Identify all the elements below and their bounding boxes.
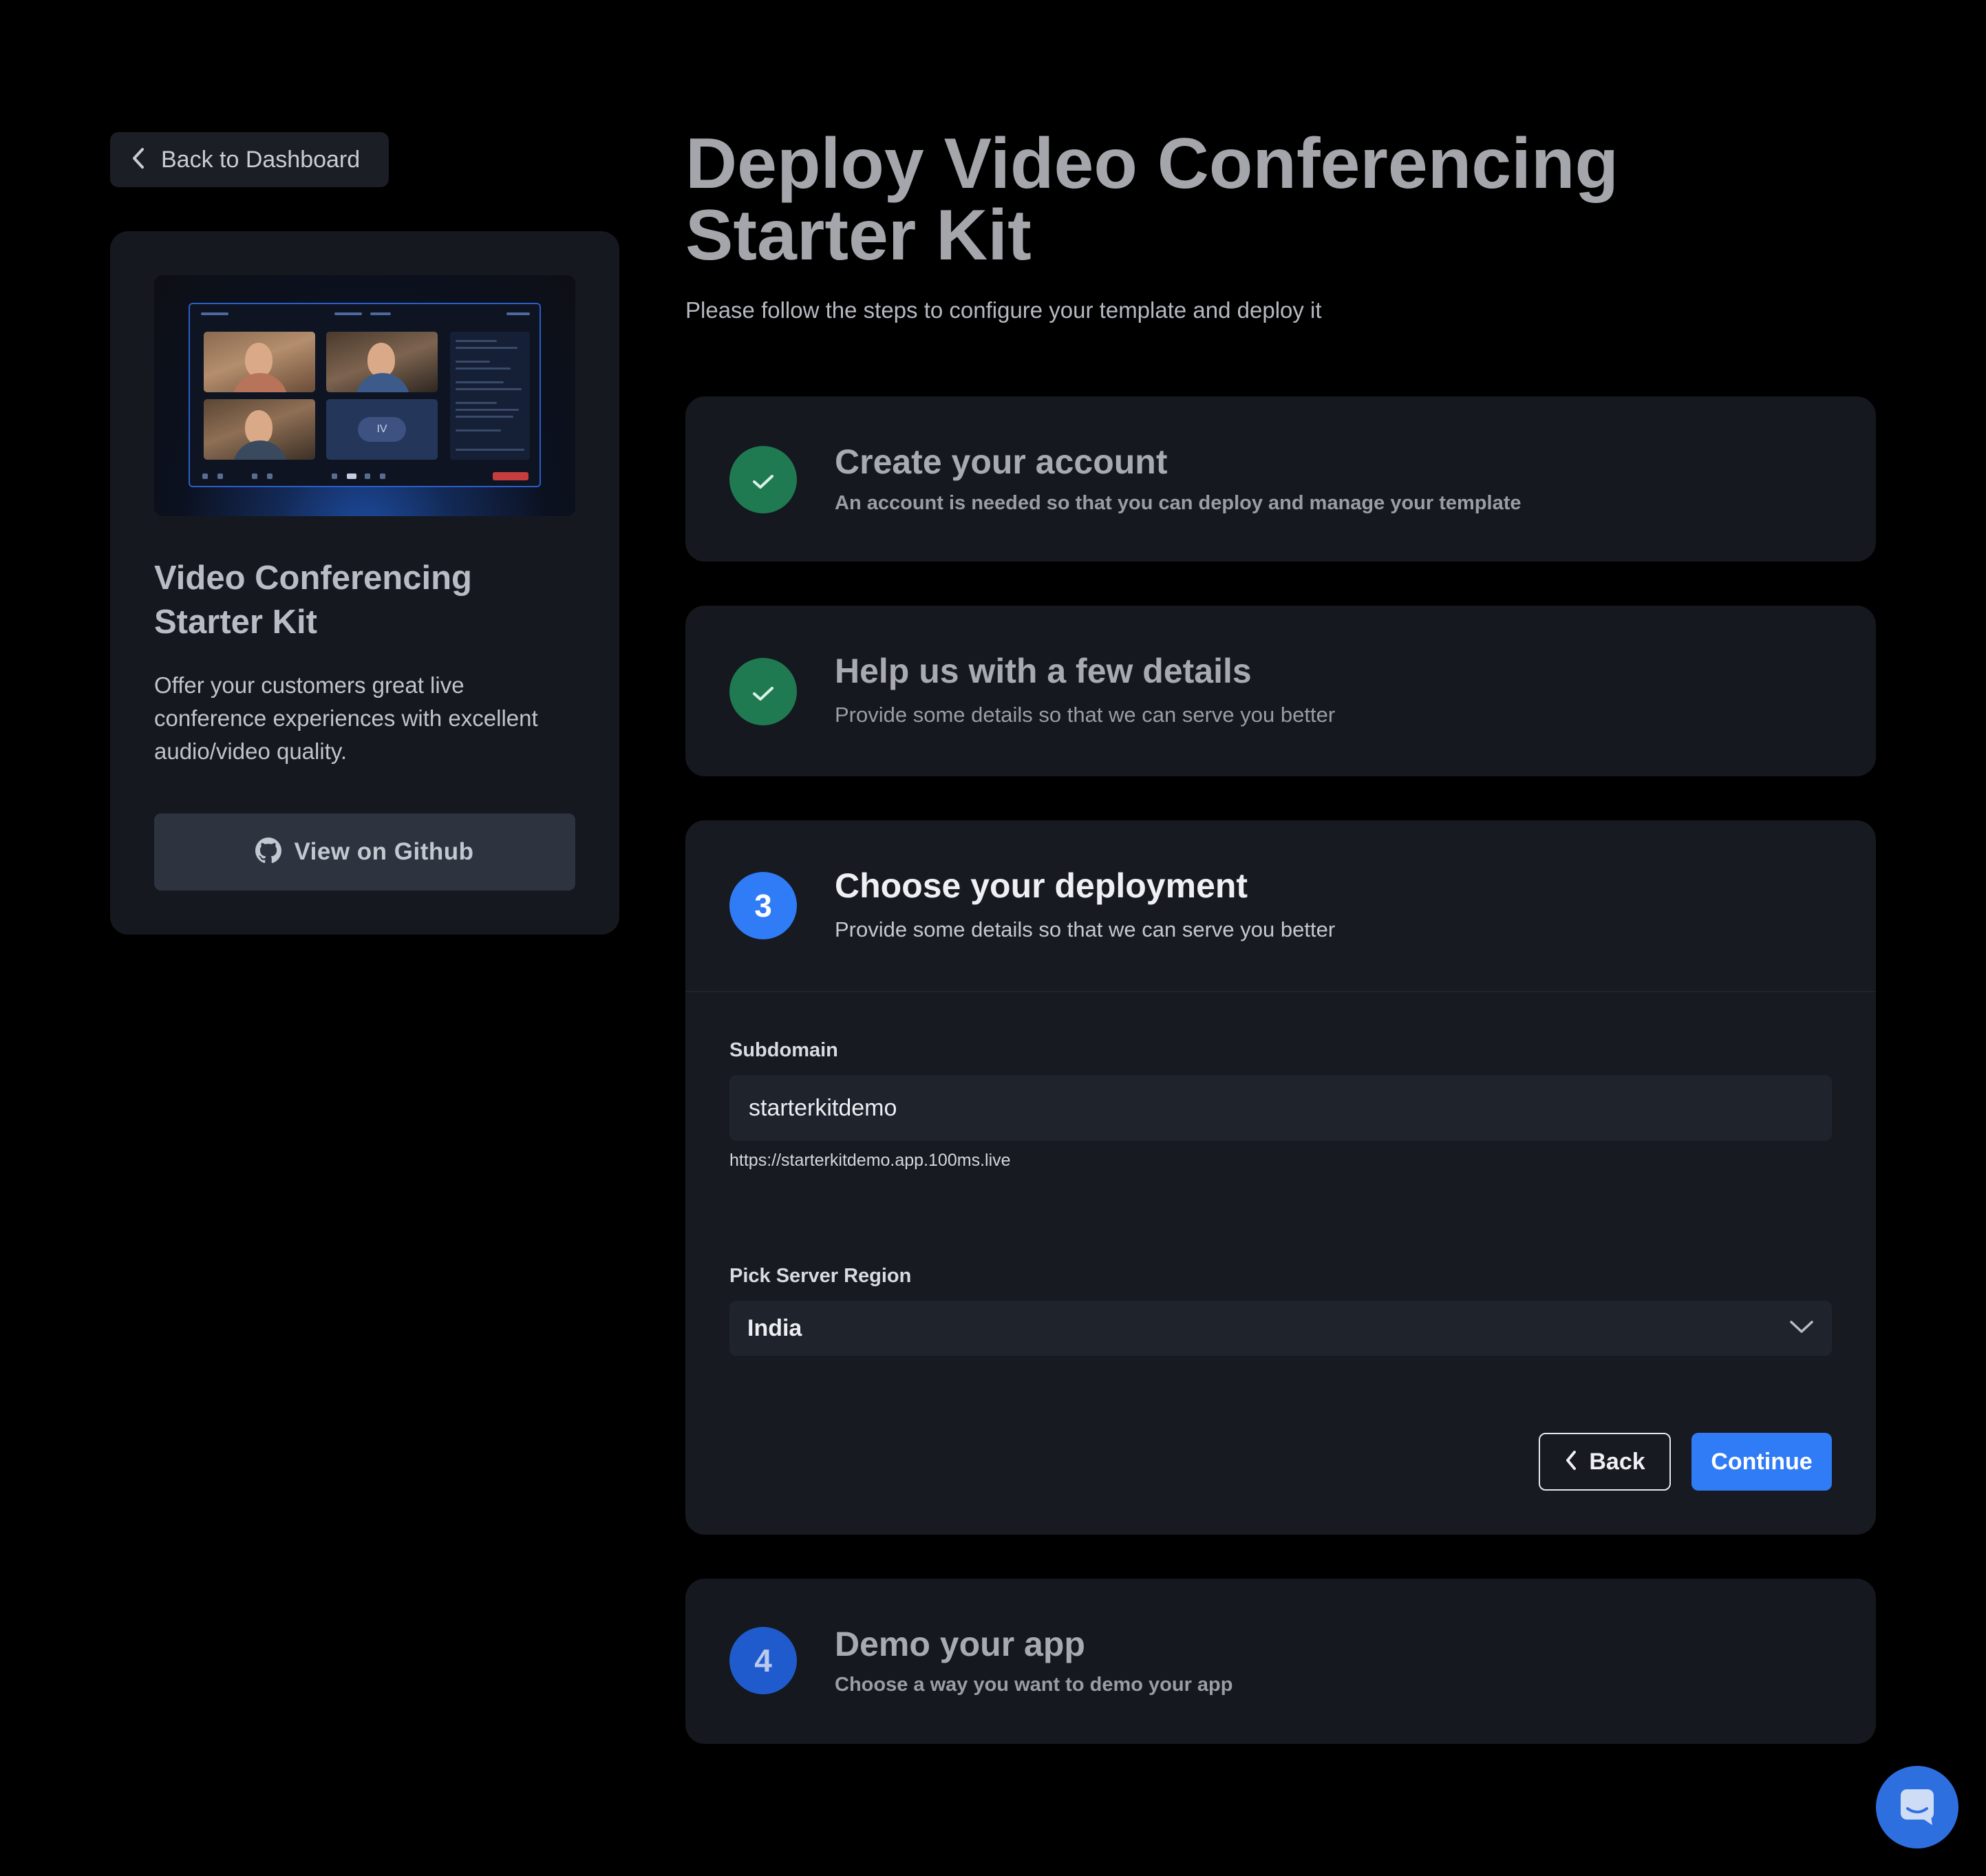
preview-control — [267, 473, 273, 479]
subdomain-url-preview: https://starterkitdemo.app.100ms.live — [729, 1151, 1011, 1170]
preview-control — [217, 473, 223, 479]
continue-button-label: Continue — [1711, 1448, 1813, 1475]
preview-video-tile — [204, 332, 315, 392]
back-to-dashboard-button[interactable]: Back to Dashboard — [110, 132, 389, 187]
view-on-github-button[interactable]: View on Github — [154, 813, 575, 891]
subdomain-label: Subdomain — [729, 1039, 838, 1061]
subdomain-input[interactable] — [747, 1094, 1832, 1122]
preview-control — [332, 473, 337, 479]
step-3-number-badge: 3 — [729, 872, 797, 939]
preview-avatar-tile: IV — [326, 399, 438, 460]
server-region-select[interactable]: India — [729, 1301, 1832, 1356]
preview-leave-button — [493, 472, 528, 480]
chevron-left-icon — [1564, 1449, 1578, 1475]
preview-topbar-item — [334, 312, 362, 315]
preview-video-tile — [204, 399, 315, 460]
step-2-title: Help us with a few details — [835, 652, 1252, 690]
preview-topbar-item — [370, 312, 391, 315]
step-1-description: An account is needed so that you can dep… — [835, 492, 1521, 514]
chat-icon — [1897, 1785, 1938, 1830]
check-icon — [751, 673, 775, 710]
step-2-description: Provide some details so that we can serv… — [835, 703, 1336, 727]
page-subtitle: Please follow the steps to configure you… — [685, 297, 1322, 323]
chat-launcher-button[interactable] — [1876, 1766, 1958, 1848]
chevron-down-icon — [1789, 1319, 1814, 1338]
server-region-label: Pick Server Region — [729, 1265, 912, 1287]
step-3-title: Choose your deployment — [835, 866, 1248, 905]
preview-control — [347, 473, 356, 479]
preview-logo — [201, 312, 228, 315]
preview-video-tile — [326, 332, 438, 392]
server-region-value: India — [747, 1314, 802, 1341]
preview-control — [202, 473, 208, 479]
back-button[interactable]: Back — [1539, 1433, 1671, 1491]
preview-control — [365, 473, 370, 479]
kit-description: Offer your customers great live conferen… — [154, 672, 538, 764]
step-4-description: Choose a way you want to demo your app — [835, 1674, 1233, 1696]
step-4-number-badge: 4 — [729, 1627, 797, 1694]
preview-control — [252, 473, 257, 479]
check-icon — [751, 461, 775, 498]
step-4-title: Demo your app — [835, 1625, 1085, 1663]
back-to-dashboard-label: Back to Dashboard — [161, 146, 361, 173]
kit-preview-screen: IV — [189, 303, 541, 487]
kit-title: Video Conferencing Starter Kit — [154, 559, 472, 641]
chevron-left-icon — [131, 147, 146, 173]
preview-topbar-item — [506, 312, 530, 315]
step-divider — [685, 991, 1876, 992]
step-3-description: Provide some details so that we can serv… — [835, 917, 1336, 941]
github-icon — [255, 837, 282, 867]
page-title: Deploy Video Conferencing Starter Kit — [685, 124, 1619, 275]
continue-button[interactable]: Continue — [1691, 1433, 1832, 1491]
step-1-complete-badge — [729, 446, 797, 513]
back-button-label: Back — [1589, 1448, 1645, 1475]
step-1-title: Create your account — [835, 443, 1168, 481]
step-details[interactable] — [685, 606, 1876, 776]
preview-avatar-initials: IV — [358, 417, 406, 442]
preview-chat-pane — [450, 332, 530, 460]
preview-control — [380, 473, 385, 479]
step-2-complete-badge — [729, 658, 797, 725]
subdomain-field[interactable] — [729, 1075, 1832, 1141]
view-on-github-label: View on Github — [294, 838, 474, 865]
